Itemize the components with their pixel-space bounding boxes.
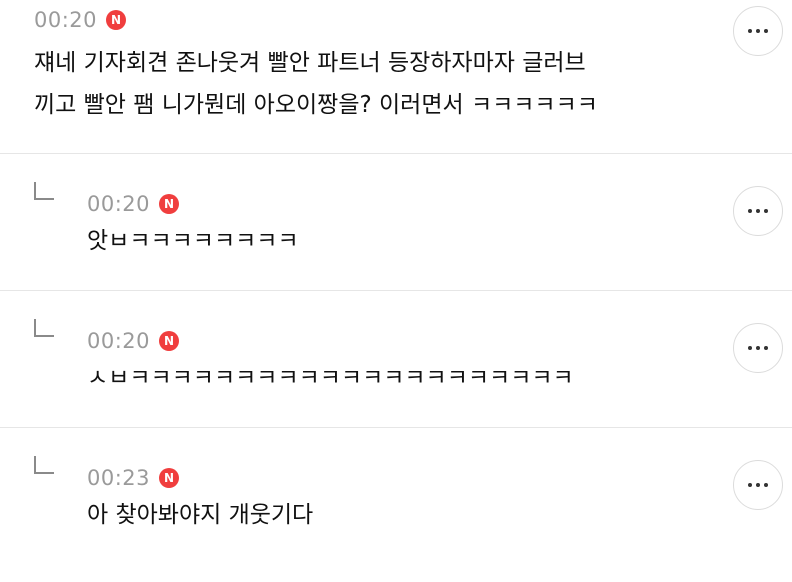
new-badge-icon: N: [159, 194, 180, 214]
reply-corner-icon: [34, 182, 54, 200]
more-options-button[interactable]: [733, 323, 783, 373]
comment-time: 00:23: [87, 466, 151, 490]
comment-text-line: 끼고 빨안 팸 니가뭔데 아오이짱을? 이러면서 ㅋㅋㅋㅋㅋㅋ: [34, 92, 598, 118]
comment-text: 아 찾아봐야지 개웃기다: [87, 502, 314, 528]
more-dots-icon: [748, 29, 752, 33]
more-dots-icon: [748, 209, 752, 213]
reply-corner-icon: [34, 456, 54, 474]
reply-item: 00:23 N 아 찾아봐야지 개웃기다: [0, 428, 792, 565]
comment-meta: 00:23 N: [87, 466, 180, 490]
reply-item: 00:20 N 앗ㅂㅋㅋㅋㅋㅋㅋㅋㅋ: [0, 154, 792, 291]
comment-text: ㅅㅂㅋㅋㅋㅋㅋㅋㅋㅋㅋㅋㅋㅋㅋㅋㅋㅋㅋㅋㅋㅋㅋ: [87, 365, 574, 391]
comment-text: 앗ㅂㅋㅋㅋㅋㅋㅋㅋㅋ: [87, 228, 299, 254]
comment-meta: 00:20 N: [34, 8, 127, 32]
comment-item: 00:20 N 쟤네 기자회견 존나웃겨 빨안 파트너 등장하자마자 글러브 끼…: [0, 0, 792, 154]
new-badge-icon: N: [106, 10, 127, 30]
comment-text-line: 쟤네 기자회견 존나웃겨 빨안 파트너 등장하자마자 글러브: [34, 50, 586, 76]
new-badge-icon: N: [159, 468, 180, 488]
comment-meta: 00:20 N: [87, 192, 180, 216]
more-options-button[interactable]: [733, 460, 783, 510]
comment-text: 쟤네 기자회견 존나웃겨 빨안 파트너 등장하자마자 글러브 끼고 빨안 팸 니…: [34, 42, 598, 126]
comment-time: 00:20: [34, 8, 98, 32]
more-options-button[interactable]: [733, 186, 783, 236]
reply-item: 00:20 N ㅅㅂㅋㅋㅋㅋㅋㅋㅋㅋㅋㅋㅋㅋㅋㅋㅋㅋㅋㅋㅋㅋㅋ: [0, 291, 792, 428]
more-dots-icon: [748, 483, 752, 487]
comment-time: 00:20: [87, 329, 151, 353]
reply-corner-icon: [34, 319, 54, 337]
comment-time: 00:20: [87, 192, 151, 216]
new-badge-icon: N: [159, 331, 180, 351]
more-options-button[interactable]: [733, 6, 783, 56]
comment-meta: 00:20 N: [87, 329, 180, 353]
comment-thread: 00:20 N 쟤네 기자회견 존나웃겨 빨안 파트너 등장하자마자 글러브 끼…: [0, 0, 792, 582]
more-dots-icon: [748, 346, 752, 350]
